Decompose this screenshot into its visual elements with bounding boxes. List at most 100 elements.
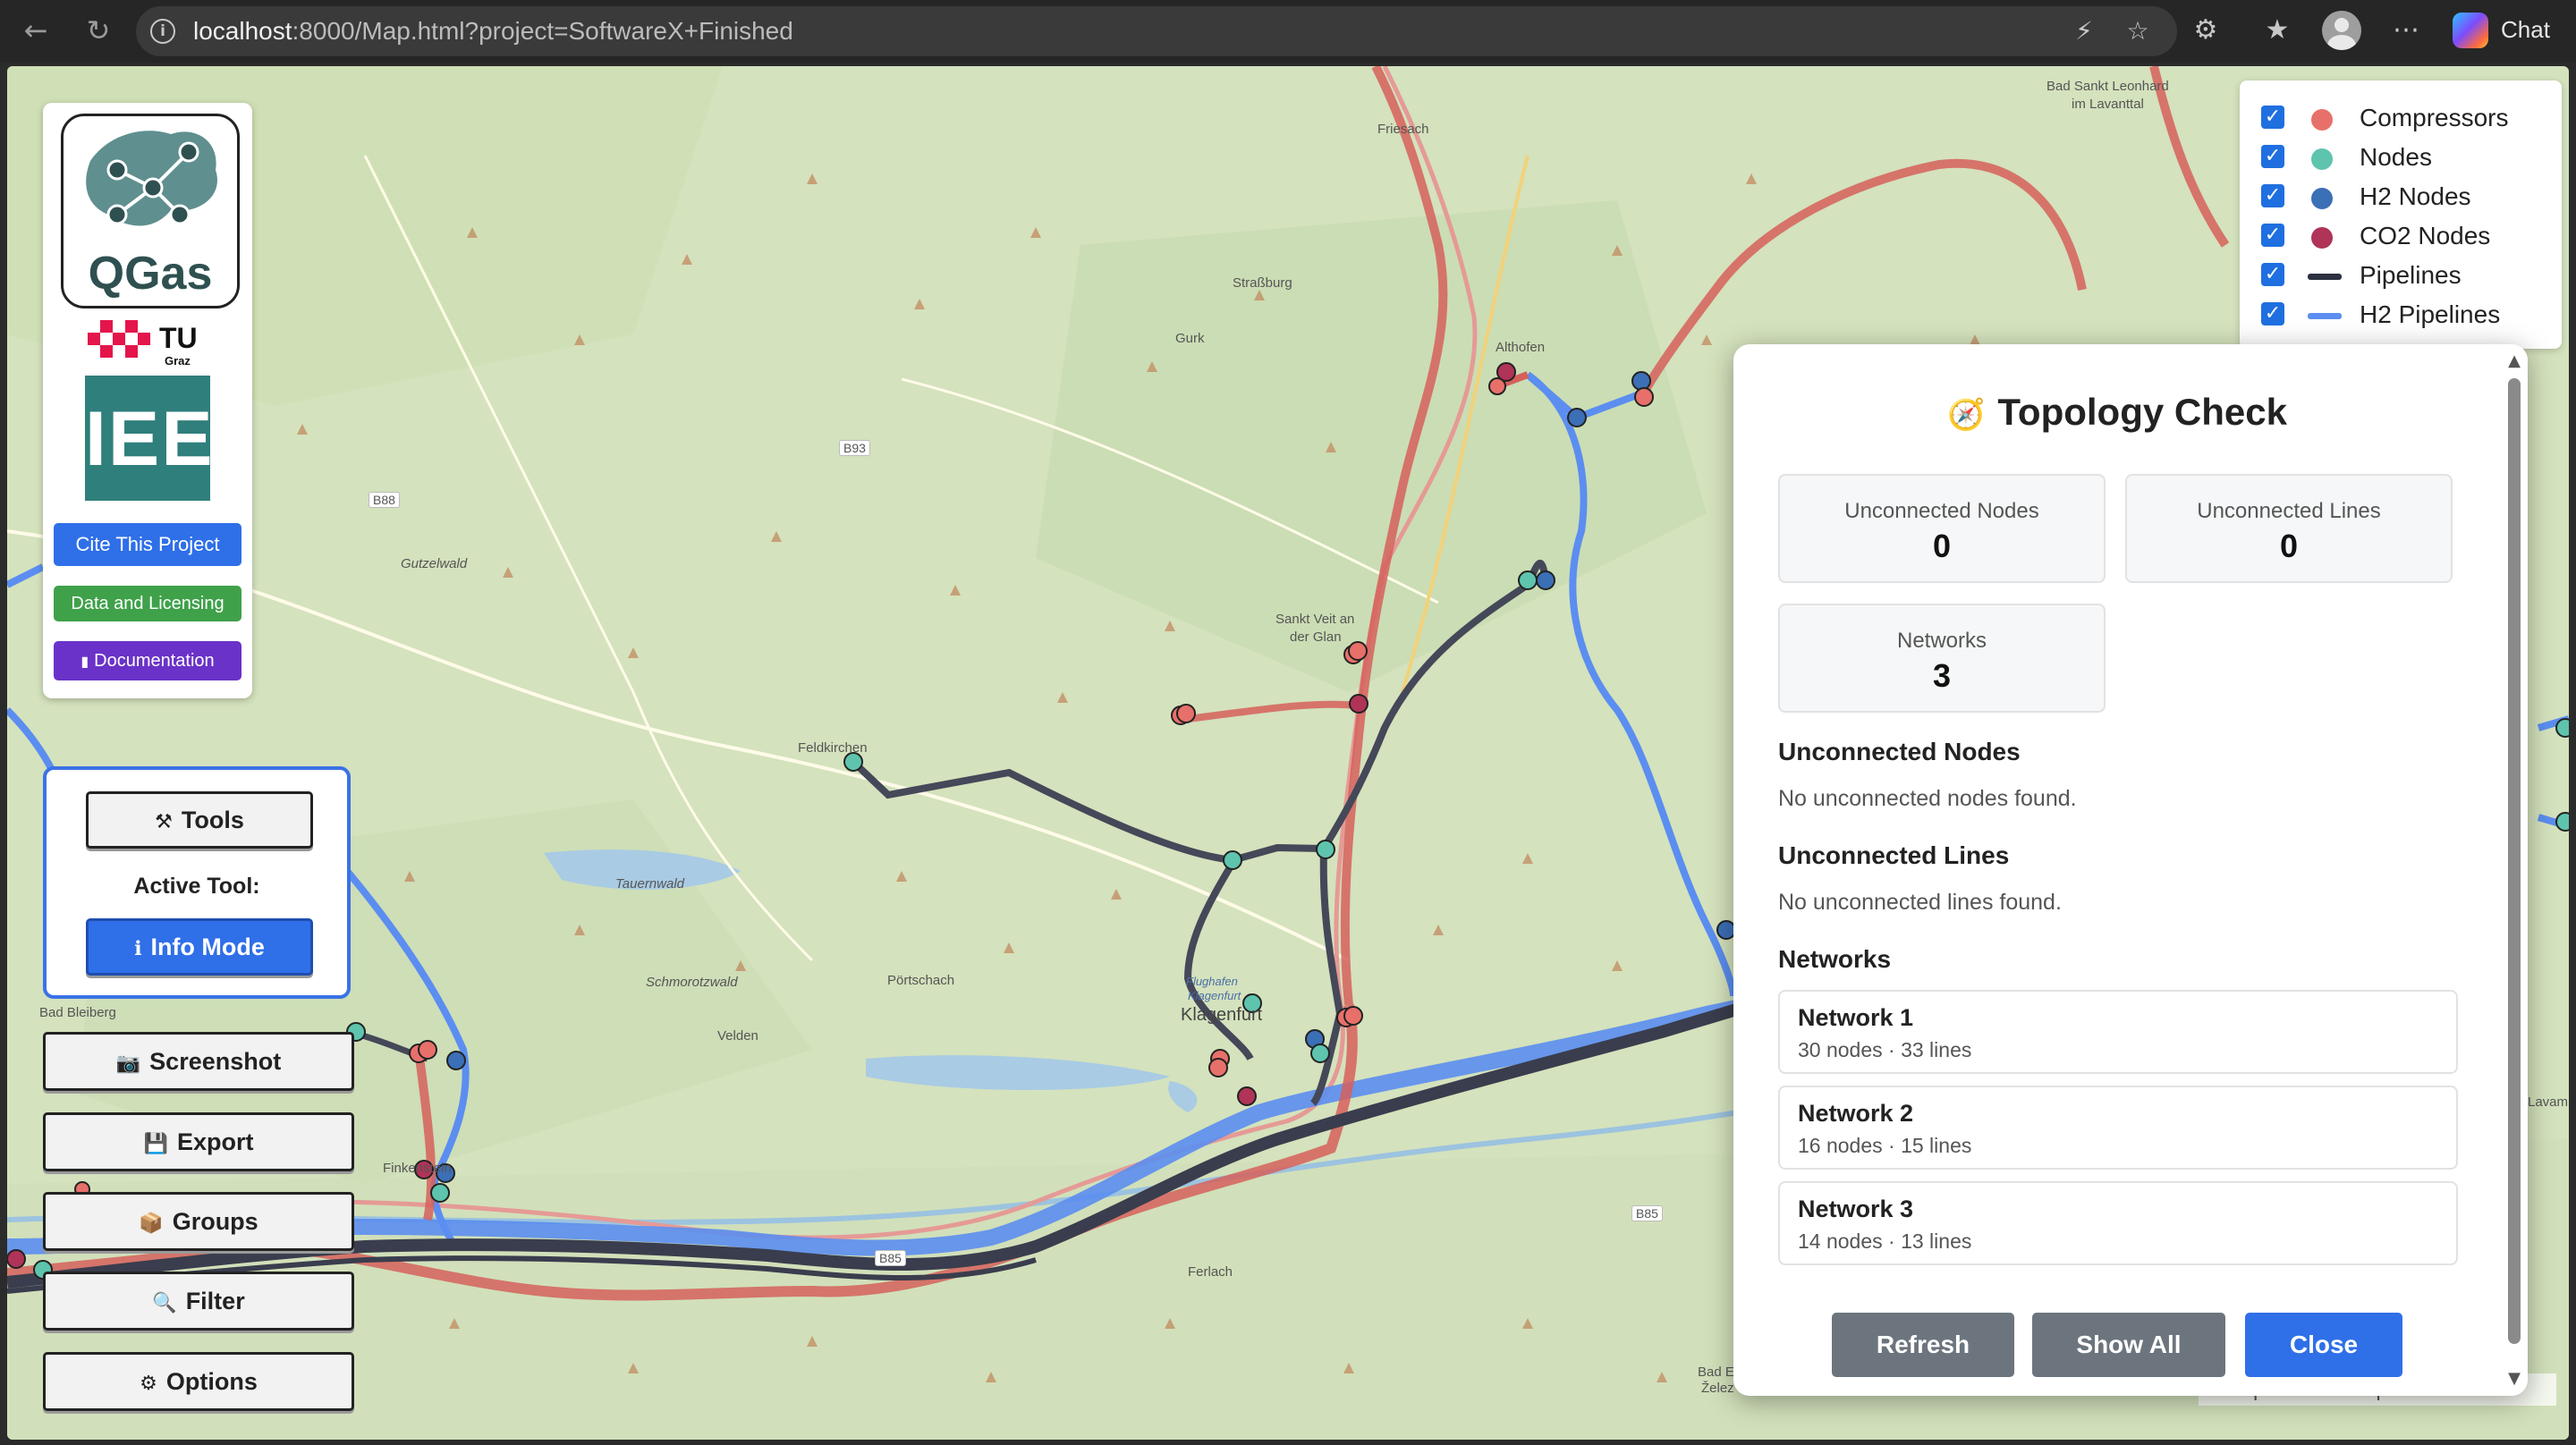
network-name: Network 3 <box>1798 1196 1914 1222</box>
topology-check-dialog: ▲ ▼ 🧭 Topology Check Unconnected Nodes 0 … <box>1733 344 2528 1396</box>
reload-icon[interactable]: ↻ <box>79 11 118 50</box>
iee-logo: IEE <box>85 376 215 501</box>
options-label: Options <box>165 1368 258 1395</box>
network-item[interactable]: Network 1 30 nodes · 33 lines <box>1778 990 2458 1074</box>
h2-node-marker-icon <box>2311 188 2333 209</box>
checkbox-compressors[interactable]: ✓ <box>2261 106 2284 129</box>
networks-heading: Networks <box>1778 945 1892 973</box>
data-licensing-button[interactable]: Data and Licensing <box>54 586 242 621</box>
town-label: der Glan <box>1290 630 1342 645</box>
extensions-icon[interactable]: ⚙ <box>2188 13 2224 48</box>
network-meta: 16 nodes · 15 lines <box>1798 1134 1972 1157</box>
qgas-logo-text: QGas <box>88 248 213 300</box>
stat-networks: Networks 3 <box>1778 604 2106 713</box>
copilot-icon <box>2453 13 2488 48</box>
documentation-button[interactable]: ▮ Documentation <box>54 641 242 680</box>
cite-project-button[interactable]: Cite This Project <box>54 523 242 566</box>
tools-panel: ⚒ Tools Active Tool: ℹ Info Mode <box>43 766 351 999</box>
town-label: Feldkirchen <box>798 740 868 756</box>
town-label: Althofen <box>1496 340 1546 355</box>
map-legend: ✓ Compressors ✓ Nodes ✓ H2 Nodes ✓ CO2 N… <box>2240 80 2562 349</box>
url-text[interactable]: localhost:8000/Map.html?project=Software… <box>193 17 793 46</box>
town-label: Gutzelwald <box>401 556 468 571</box>
favorite-star-icon[interactable]: ☆ <box>2122 15 2154 47</box>
branding-panel: QGas TU Graz IEE Cite This Project Data … <box>43 103 252 698</box>
network-meta: 14 nodes · 13 lines <box>1798 1230 1972 1253</box>
back-arrow-icon[interactable]: ← <box>16 11 55 50</box>
town-label: im Lavanttal <box>2072 97 2144 112</box>
qgas-logo: QGas <box>61 114 240 308</box>
hammer-wrench-icon: ⚒ <box>155 811 173 833</box>
info-mode-button[interactable]: ℹ Info Mode <box>86 918 313 976</box>
info-icon: ℹ <box>134 938 142 960</box>
town-label: Lavamünd <box>2528 1094 2569 1110</box>
checkbox-nodes[interactable]: ✓ <box>2261 145 2284 168</box>
close-button[interactable]: Close <box>2245 1313 2402 1377</box>
network-item[interactable]: Network 2 16 nodes · 15 lines <box>1778 1086 2458 1170</box>
legend-label: CO2 Nodes <box>2360 222 2491 249</box>
iee-logo-text: IEE <box>85 396 215 482</box>
info-mode-label: Info Mode <box>150 934 265 960</box>
town-label: Flughafen <box>1186 975 1238 988</box>
unconnected-nodes-heading: Unconnected Nodes <box>1778 738 2021 765</box>
export-label: Export <box>176 1128 254 1155</box>
town-label: Ferlach <box>1188 1264 1233 1280</box>
show-all-button[interactable]: Show All <box>2032 1313 2225 1377</box>
town-label: Tauernwald <box>615 876 684 892</box>
road-label: B88 <box>369 492 400 508</box>
checkbox-h2-nodes[interactable]: ✓ <box>2261 184 2284 207</box>
stat-label: Unconnected Lines <box>2197 499 2381 523</box>
network-item[interactable]: Network 3 14 nodes · 13 lines <box>1778 1181 2458 1265</box>
refresh-button[interactable]: Refresh <box>1832 1313 2014 1377</box>
tools-button[interactable]: ⚒ Tools <box>86 791 313 849</box>
browser-toolbar: ← ↻ i localhost:8000/Map.html?project=So… <box>0 0 2576 63</box>
stat-value: 0 <box>1932 528 1952 564</box>
screenshot-button[interactable]: 📷 Screenshot <box>43 1032 354 1091</box>
favorites-icon[interactable]: ★ <box>2259 13 2295 48</box>
town-label: Bad E <box>1698 1365 1734 1380</box>
address-bar[interactable]: i localhost:8000/Map.html?project=Softwa… <box>136 6 2177 56</box>
filter-label: Filter <box>185 1288 245 1314</box>
options-button[interactable]: ⚙ Options <box>43 1352 354 1411</box>
stat-value: 0 <box>2279 528 2299 564</box>
unconnected-lines-heading: Unconnected Lines <box>1778 841 2010 869</box>
tu-text: TU <box>159 322 198 354</box>
checkbox-pipelines[interactable]: ✓ <box>2261 263 2284 286</box>
tu-graz-logo: TU Graz <box>88 320 208 370</box>
package-icon: 📦 <box>139 1213 164 1235</box>
dialog-title: 🧭 Topology Check <box>1733 391 2501 434</box>
scrollbar-thumb[interactable] <box>2508 378 2521 1344</box>
books-icon: ▮ <box>80 653 89 670</box>
groups-button[interactable]: 📦 Groups <box>43 1192 354 1251</box>
town-label: Bad Bleiberg <box>39 1005 116 1020</box>
town-label: Sankt Veit an <box>1275 612 1355 627</box>
export-button[interactable]: 💾 Export <box>43 1112 354 1171</box>
site-info-icon[interactable]: i <box>150 19 175 44</box>
dialog-scrollbar[interactable]: ▲ ▼ <box>2501 344 2528 1396</box>
h2-pipeline-line-icon <box>2308 313 2342 319</box>
scroll-up-arrow-icon[interactable]: ▲ <box>2506 351 2522 370</box>
town-label: Klagenfurt <box>1181 1005 1263 1025</box>
dialog-title-text: Topology Check <box>1997 391 2287 433</box>
filter-button[interactable]: 🔍 Filter <box>43 1272 354 1331</box>
network-name: Network 2 <box>1798 1100 1914 1127</box>
groups-label: Groups <box>172 1208 258 1235</box>
more-menu-icon[interactable]: ⋯ <box>2388 13 2424 48</box>
road-label: B85 <box>875 1250 906 1266</box>
town-label: Bad Sankt Leonhard <box>2046 79 2169 94</box>
town-label: Pörtschach <box>887 973 955 988</box>
checkbox-co2-nodes[interactable]: ✓ <box>2261 224 2284 247</box>
checkbox-h2-pipelines[interactable]: ✓ <box>2261 302 2284 325</box>
scroll-down-arrow-icon[interactable]: ▼ <box>2506 1369 2522 1388</box>
profile-avatar-icon[interactable] <box>2322 11 2361 50</box>
road-label: B93 <box>839 440 870 456</box>
active-tool-label: Active Tool: <box>133 874 260 899</box>
unconnected-lines-text: No unconnected lines found. <box>1778 890 2062 915</box>
chat-button[interactable]: Chat <box>2451 9 2567 52</box>
read-aloud-icon[interactable]: ⚡ <box>2068 15 2100 47</box>
legend-label: Pipelines <box>2360 261 2462 289</box>
stat-unconnected-lines: Unconnected Lines 0 <box>2125 474 2453 583</box>
camera-icon: 📷 <box>115 1052 141 1075</box>
town-label: Želez <box>1701 1381 1734 1396</box>
legend-label: H2 Nodes <box>2360 182 2471 210</box>
